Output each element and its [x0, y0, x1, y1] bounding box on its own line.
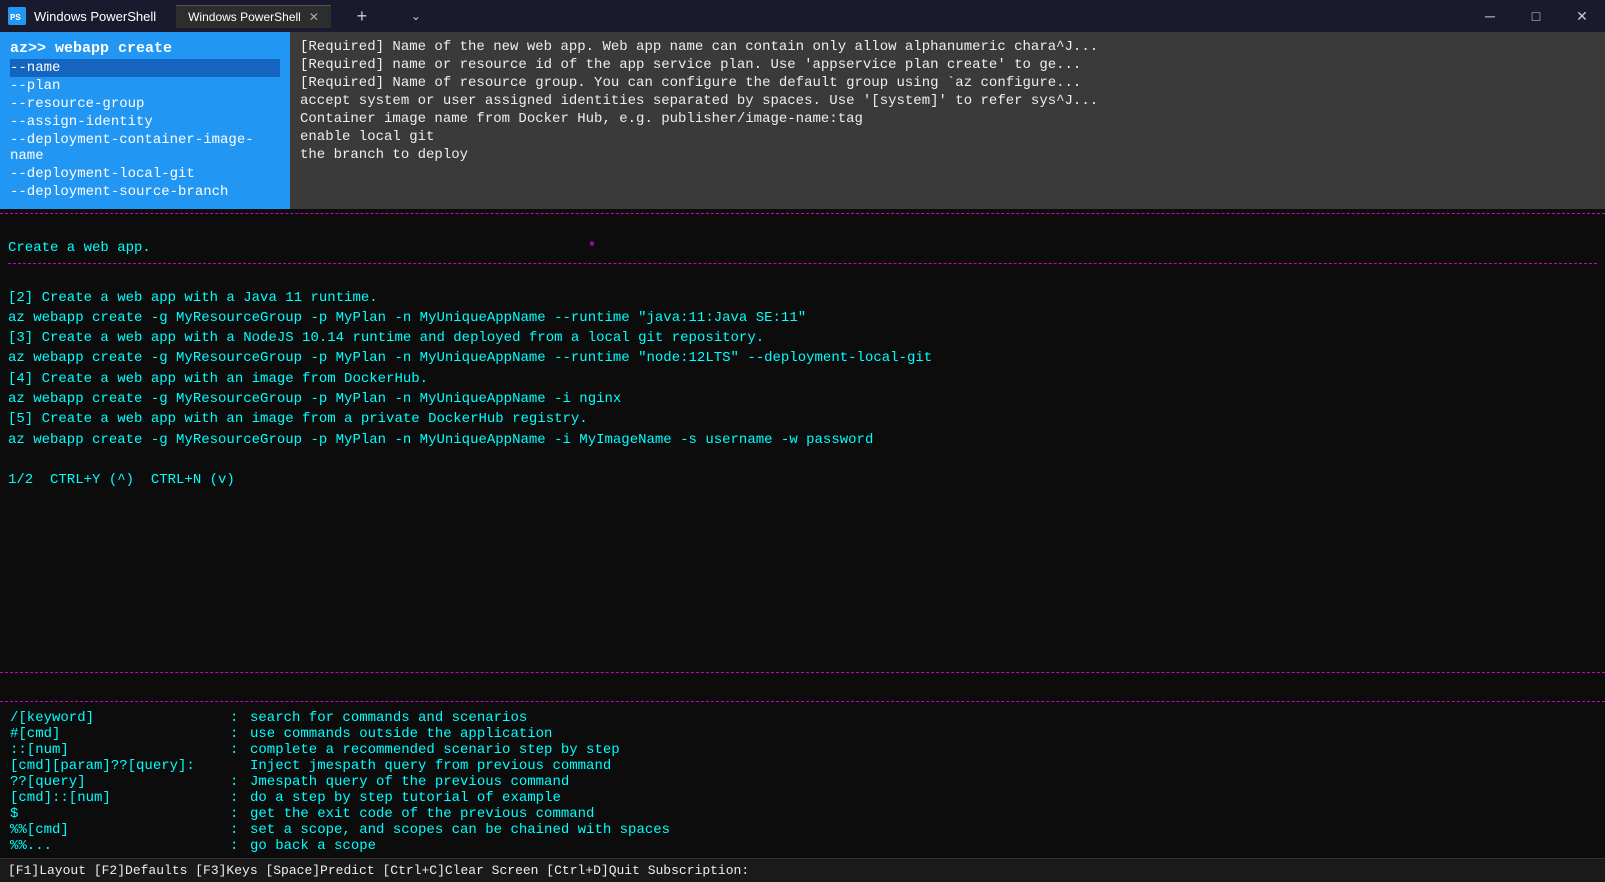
help-row-jmespath-inject: [cmd][param]??[query]: Inject jmespath q…	[8, 758, 1597, 774]
tab-close-icon[interactable]: ✕	[309, 10, 319, 24]
help-desc-cmd: use commands outside the application	[248, 726, 1597, 742]
titlebar: PS Windows PowerShell Windows PowerShell…	[0, 0, 1605, 32]
empty-line-2	[8, 450, 1597, 470]
example-3-label: [3] Create a web app with a NodeJS 10.14…	[8, 328, 1597, 348]
help-desc-jmespath-inject: Inject jmespath query from previous comm…	[248, 758, 1597, 774]
titlebar-left: PS Windows PowerShell Windows PowerShell…	[8, 0, 439, 32]
help-desc-jmespath-query: Jmespath query of the previous command	[248, 774, 1597, 790]
option-deployment-container-image-name[interactable]: --deployment-container-image-name	[10, 131, 280, 165]
example-4-label: [4] Create a web app with an image from …	[8, 369, 1597, 389]
example-5-cmd: az webapp create -g MyResourceGroup -p M…	[8, 430, 1597, 450]
example-3-cmd: az webapp create -g MyResourceGroup -p M…	[8, 348, 1597, 368]
help-row-back: %%... : go back a scope	[8, 838, 1597, 854]
terminal: az>> webapp create --name --plan --resou…	[0, 32, 1605, 882]
help-colon-keyword: :	[228, 710, 248, 726]
powershell-icon: PS	[8, 7, 26, 25]
help-desc-back: go back a scope	[248, 838, 1597, 854]
option-deployment-local-git[interactable]: --deployment-local-git	[10, 165, 280, 183]
help-row-scope: %%[cmd] : set a scope, and scopes can be…	[8, 822, 1597, 838]
help-row-jmespath-query: ??[query] : Jmespath query of the previo…	[8, 774, 1597, 790]
separator-1	[0, 213, 1605, 214]
new-tab-button[interactable]: +	[339, 0, 385, 32]
help-key-num: ::[num]	[8, 742, 228, 758]
desc-local-git: enable local git	[300, 128, 1595, 146]
help-colon-tutorial: :	[228, 790, 248, 806]
autocomplete-area: az>> webapp create --name --plan --resou…	[0, 32, 1605, 209]
help-desc-scope: set a scope, and scopes can be chained w…	[248, 822, 1597, 838]
bottom-bar-text: [F1]Layout [F2]Defaults [F3]Keys [Space]…	[8, 863, 749, 878]
help-key-back: %%...	[8, 838, 228, 854]
main-content[interactable]: Create a web app. * [2] Create a web app…	[0, 218, 1605, 668]
separator-3	[0, 672, 1605, 673]
separator-2	[8, 263, 1597, 264]
help-key-tutorial: [cmd]::[num]	[8, 790, 228, 806]
help-key-keyword: /[keyword]	[8, 710, 228, 726]
option-deployment-source-branch[interactable]: --deployment-source-branch	[10, 183, 280, 201]
help-table: /[keyword] : search for commands and sce…	[8, 710, 1597, 854]
help-colon-jmespath-inject	[228, 758, 248, 774]
help-colon-jmespath-query: :	[228, 774, 248, 790]
star-symbol: *	[588, 240, 596, 256]
content-header: Create a web app. *	[8, 218, 1597, 259]
autocomplete-options: az>> webapp create --name --plan --resou…	[0, 32, 290, 209]
help-section: /[keyword] : search for commands and sce…	[0, 706, 1605, 858]
help-key-scope: %%[cmd]	[8, 822, 228, 838]
header-text: Create a web app.	[8, 240, 151, 256]
command-prompt: az>> webapp create	[10, 40, 280, 57]
help-row-keyword: /[keyword] : search for commands and sce…	[8, 710, 1597, 726]
minimize-button[interactable]: ─	[1467, 0, 1513, 32]
desc-assign-identity: accept system or user assigned identitie…	[300, 92, 1595, 110]
desc-name: [Required] Name of the new web app. Web …	[300, 38, 1595, 56]
empty-line-3	[0, 677, 1605, 697]
separator-4	[0, 701, 1605, 702]
help-key-exit: $	[8, 806, 228, 822]
desc-container-image: Container image name from Docker Hub, e.…	[300, 110, 1595, 128]
help-colon-exit: :	[228, 806, 248, 822]
svg-text:PS: PS	[10, 13, 21, 23]
option-assign-identity[interactable]: --assign-identity	[10, 113, 280, 131]
help-colon-back: :	[228, 838, 248, 854]
maximize-button[interactable]: □	[1513, 0, 1559, 32]
help-colon-scope: :	[228, 822, 248, 838]
tab-label: Windows PowerShell	[188, 10, 301, 24]
option-list: --name --plan --resource-group --assign-…	[10, 59, 280, 201]
option-resource-group[interactable]: --resource-group	[10, 95, 280, 113]
help-row-num: ::[num] : complete a recommended scenari…	[8, 742, 1597, 758]
empty-line-1	[8, 268, 1597, 288]
desc-source-branch: the branch to deploy	[300, 146, 1595, 164]
help-colon-num: :	[228, 742, 248, 758]
example-4-cmd: az webapp create -g MyResourceGroup -p M…	[8, 389, 1597, 409]
help-row-cmd: #[cmd] : use commands outside the applic…	[8, 726, 1597, 742]
desc-resource-group: [Required] Name of resource group. You c…	[300, 74, 1595, 92]
help-desc-exit: get the exit code of the previous comman…	[248, 806, 1597, 822]
titlebar-title: Windows PowerShell	[34, 9, 156, 24]
close-button[interactable]: ✕	[1559, 0, 1605, 32]
help-key-jmespath-inject: [cmd][param]??[query]:	[8, 758, 228, 774]
example-2-label: [2] Create a web app with a Java 11 runt…	[8, 288, 1597, 308]
tab-powershell[interactable]: Windows PowerShell ✕	[176, 5, 331, 28]
option-name[interactable]: --name	[10, 59, 280, 77]
dropdown-button[interactable]: ⌄	[393, 0, 439, 32]
help-desc-num: complete a recommended scenario step by …	[248, 742, 1597, 758]
help-desc-tutorial: do a step by step tutorial of example	[248, 790, 1597, 806]
help-row-tutorial: [cmd]::[num] : do a step by step tutoria…	[8, 790, 1597, 806]
titlebar-controls: ─ □ ✕	[1467, 0, 1605, 32]
autocomplete-descriptions: [Required] Name of the new web app. Web …	[290, 32, 1605, 209]
bottom-bar: [F1]Layout [F2]Defaults [F3]Keys [Space]…	[0, 858, 1605, 882]
example-2-cmd: az webapp create -g MyResourceGroup -p M…	[8, 308, 1597, 328]
help-key-jmespath-query: ??[query]	[8, 774, 228, 790]
help-key-cmd: #[cmd]	[8, 726, 228, 742]
help-desc-keyword: search for commands and scenarios	[248, 710, 1597, 726]
pager-info: 1/2 CTRL+Y (^) CTRL+N (v)	[8, 470, 1597, 490]
help-colon-cmd: :	[228, 726, 248, 742]
desc-plan: [Required] name or resource id of the ap…	[300, 56, 1595, 74]
help-row-exit: $ : get the exit code of the previous co…	[8, 806, 1597, 822]
option-plan[interactable]: --plan	[10, 77, 280, 95]
example-5-label: [5] Create a web app with an image from …	[8, 409, 1597, 429]
